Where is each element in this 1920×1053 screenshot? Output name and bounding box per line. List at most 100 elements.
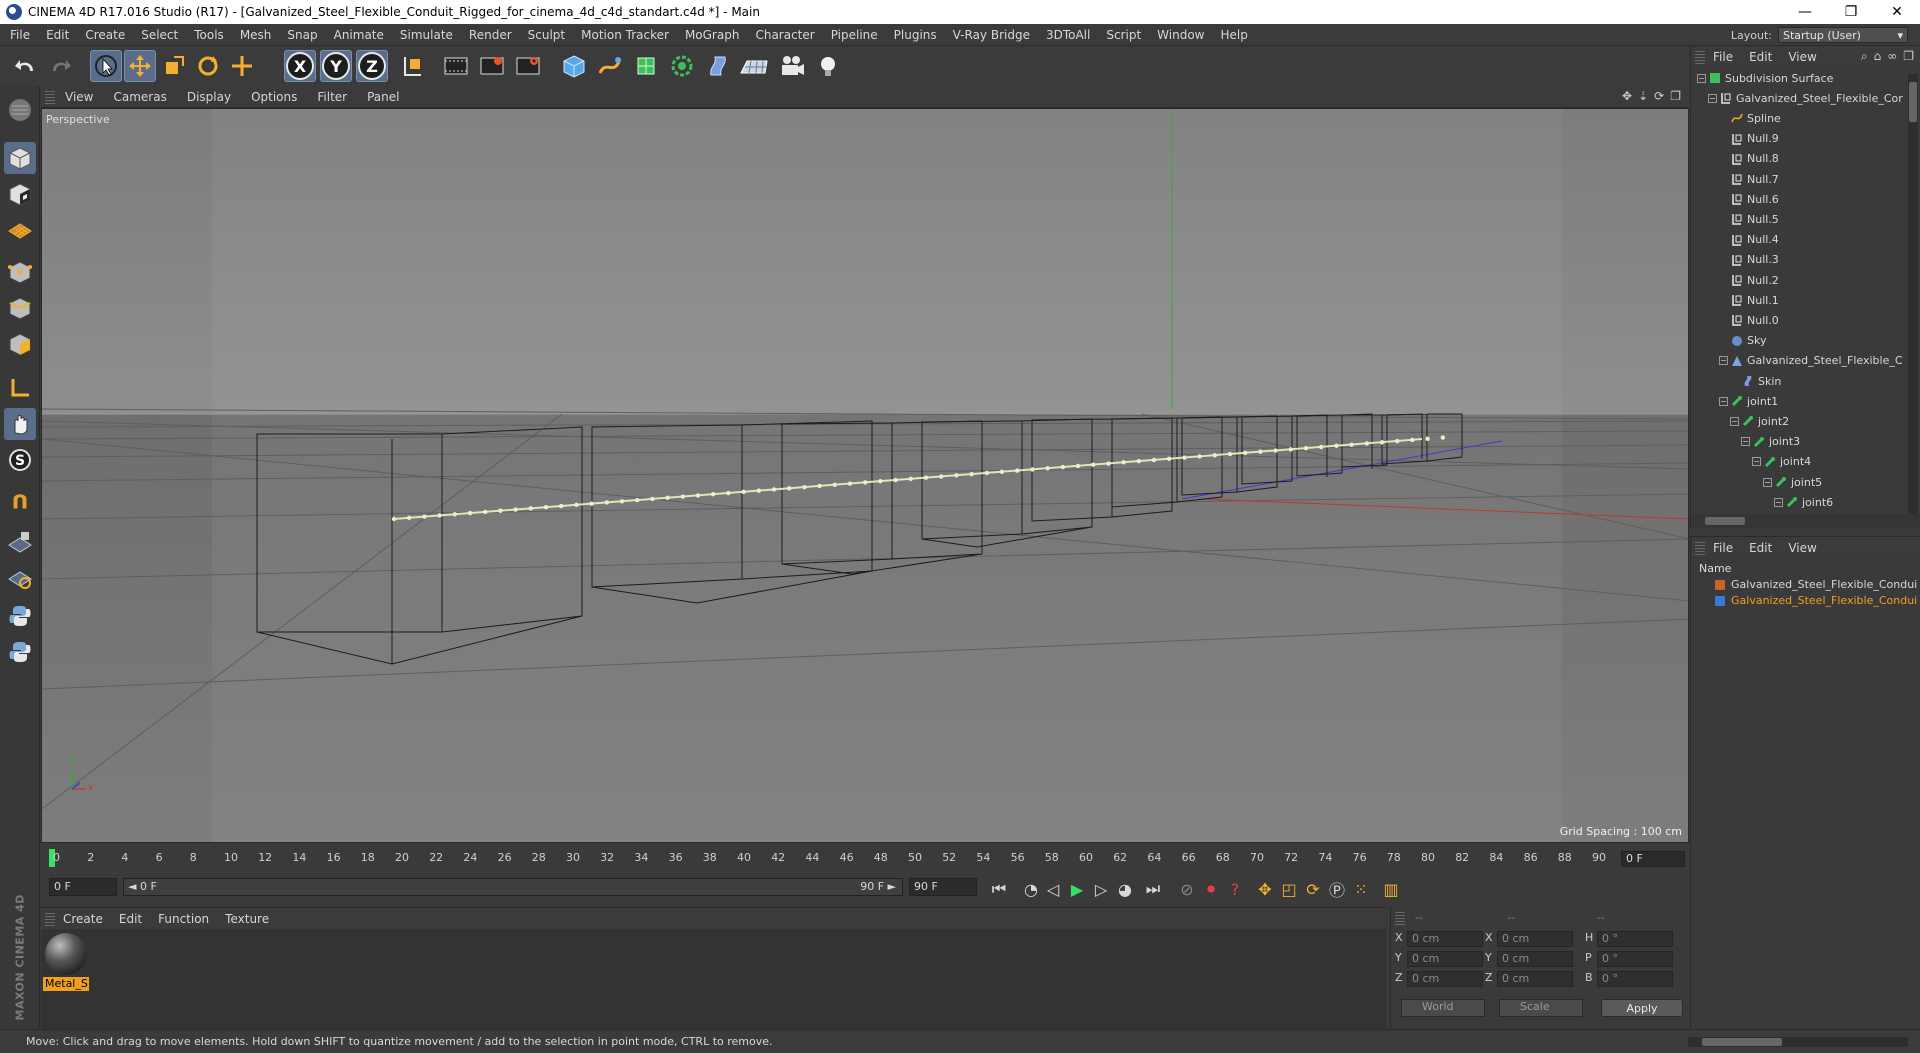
object-row[interactable]: Null.0 bbox=[1691, 310, 1901, 330]
previous-key-button[interactable]: ◔ bbox=[1019, 877, 1043, 901]
object-row[interactable]: Sky bbox=[1691, 331, 1901, 351]
scrollbar-thumb[interactable] bbox=[1702, 1038, 1782, 1046]
object-row[interactable]: − joint6 bbox=[1691, 492, 1901, 512]
material-menu-edit[interactable]: Edit bbox=[111, 912, 150, 926]
spline-point[interactable] bbox=[802, 484, 807, 490]
link-icon[interactable]: ∞ bbox=[1887, 49, 1897, 64]
spline-point[interactable] bbox=[1197, 454, 1202, 459]
spline-point[interactable] bbox=[1258, 449, 1263, 454]
menu-help[interactable]: Help bbox=[1212, 28, 1255, 42]
collapse-toggle-icon[interactable]: − bbox=[1708, 93, 1717, 103]
spline-point[interactable] bbox=[999, 469, 1005, 474]
menu-file[interactable]: File bbox=[2, 28, 38, 42]
spline-point[interactable] bbox=[1015, 468, 1020, 473]
spline-point[interactable] bbox=[878, 479, 883, 484]
coord-value-field[interactable]: 0 cm bbox=[1497, 951, 1573, 967]
collapse-toggle-icon[interactable]: − bbox=[1752, 457, 1761, 467]
object-manager-menu-view[interactable]: View bbox=[1780, 50, 1824, 64]
end-frame-field[interactable]: 90 F bbox=[909, 878, 977, 896]
viewport-menu-options[interactable]: Options bbox=[241, 90, 307, 104]
floor-environment-button[interactable] bbox=[738, 50, 770, 82]
camera-label[interactable]: Perspective bbox=[46, 113, 110, 126]
scale-button[interactable] bbox=[158, 50, 190, 82]
y-axis-lock-button[interactable]: Y bbox=[320, 50, 352, 82]
menu-animate[interactable]: Animate bbox=[326, 28, 392, 42]
spline-point[interactable] bbox=[923, 475, 929, 480]
make-editable-button[interactable] bbox=[4, 94, 36, 126]
object-row[interactable]: Null.1 bbox=[1691, 290, 1901, 310]
array-cloner-button[interactable] bbox=[666, 50, 698, 82]
menu-plugins[interactable]: Plugins bbox=[886, 28, 945, 42]
spline-point[interactable] bbox=[1425, 436, 1430, 441]
deformer-button[interactable] bbox=[702, 50, 734, 82]
cube-primitive-button[interactable] bbox=[558, 50, 590, 82]
spline-point[interactable] bbox=[498, 508, 503, 513]
object-row[interactable]: − Subdivision Surface bbox=[1691, 68, 1901, 88]
spline-point[interactable] bbox=[893, 477, 898, 483]
object-row[interactable]: Null.7 bbox=[1691, 169, 1901, 189]
python-script-button[interactable] bbox=[4, 636, 36, 668]
layer-manager-menu-file[interactable]: File bbox=[1705, 541, 1741, 555]
spline-point[interactable] bbox=[422, 514, 427, 519]
record-keys-button[interactable]: ⊘ bbox=[1175, 877, 1199, 901]
spline-point[interactable] bbox=[1273, 448, 1278, 453]
collapse-toggle-icon[interactable]: − bbox=[1719, 356, 1728, 366]
spline-point[interactable] bbox=[1410, 437, 1415, 443]
coord-value-field[interactable]: 0 ° bbox=[1597, 931, 1673, 947]
object-row[interactable]: − joint2 bbox=[1691, 411, 1901, 431]
go-to-start-button[interactable]: ⏮ bbox=[987, 877, 1011, 901]
material-menu-function[interactable]: Function bbox=[150, 912, 217, 926]
spline-point[interactable] bbox=[1167, 456, 1172, 462]
menu-snap[interactable]: Snap bbox=[279, 28, 325, 42]
menu-select[interactable]: Select bbox=[133, 28, 186, 42]
panel-grip-icon[interactable] bbox=[1395, 911, 1405, 925]
spline-point[interactable] bbox=[1106, 461, 1111, 466]
points-mode-button[interactable] bbox=[4, 256, 36, 288]
spline-point[interactable] bbox=[1136, 458, 1142, 464]
coord-value-field[interactable]: 0 cm bbox=[1407, 931, 1483, 947]
spline-point[interactable] bbox=[726, 490, 731, 496]
spline-point[interactable] bbox=[1075, 463, 1081, 469]
z-axis-lock-button[interactable]: Z bbox=[356, 50, 388, 82]
panel-grip-icon[interactable] bbox=[45, 89, 55, 104]
spline-point[interactable] bbox=[407, 515, 412, 521]
object-row[interactable]: Skin bbox=[1691, 371, 1901, 391]
object-row[interactable]: Spline bbox=[1691, 108, 1901, 128]
start-frame-field[interactable]: 0 F bbox=[49, 878, 117, 896]
object-row[interactable]: − joint5 bbox=[1691, 472, 1901, 492]
object-row[interactable]: Null.2 bbox=[1691, 270, 1901, 290]
coordinate-mode-dropdown[interactable]: Scale bbox=[1499, 999, 1583, 1017]
menu-edit[interactable]: Edit bbox=[38, 28, 77, 42]
spline-point[interactable] bbox=[1121, 460, 1126, 465]
go-to-end-button[interactable]: ⏭ bbox=[1141, 877, 1165, 901]
spline-point[interactable] bbox=[574, 502, 579, 508]
spline-point[interactable] bbox=[741, 489, 746, 495]
menu-pipeline[interactable]: Pipeline bbox=[823, 28, 886, 42]
move-button[interactable] bbox=[124, 50, 156, 82]
spline-point[interactable] bbox=[483, 509, 488, 515]
render-settings-button[interactable] bbox=[512, 50, 544, 82]
spline-point[interactable] bbox=[1182, 455, 1187, 460]
spline-point[interactable] bbox=[513, 507, 518, 512]
spline-point[interactable] bbox=[1364, 441, 1370, 446]
material-menu-texture[interactable]: Texture bbox=[217, 912, 277, 926]
material-name[interactable]: Metal_S bbox=[43, 977, 89, 991]
pan-view-icon[interactable]: ✥ bbox=[1622, 89, 1632, 103]
spline-point[interactable] bbox=[1379, 440, 1385, 445]
spline-point[interactable] bbox=[1303, 446, 1309, 451]
menu-mesh[interactable]: Mesh bbox=[232, 28, 280, 42]
spline-point[interactable] bbox=[954, 473, 959, 478]
recent-tools-button[interactable] bbox=[226, 50, 258, 82]
workplane-rotate-button[interactable] bbox=[4, 562, 36, 594]
menu-mograph[interactable]: MoGraph bbox=[677, 28, 748, 42]
menu-motion-tracker[interactable]: Motion Tracker bbox=[573, 28, 677, 42]
search-icon[interactable]: ⌕ bbox=[1861, 49, 1868, 64]
spline-point[interactable] bbox=[832, 482, 837, 487]
frame-range-slider[interactable]: ◄ 0 F 90 F ► bbox=[123, 878, 903, 896]
object-row[interactable]: − joint3 bbox=[1691, 432, 1901, 452]
spline-point[interactable] bbox=[1395, 438, 1400, 444]
spline-point[interactable] bbox=[635, 497, 640, 503]
coord-value-field[interactable]: 0 cm bbox=[1407, 951, 1483, 967]
layer-manager-menu-edit[interactable]: Edit bbox=[1741, 541, 1780, 555]
autokey-button[interactable]: ⏺ bbox=[1199, 877, 1223, 901]
